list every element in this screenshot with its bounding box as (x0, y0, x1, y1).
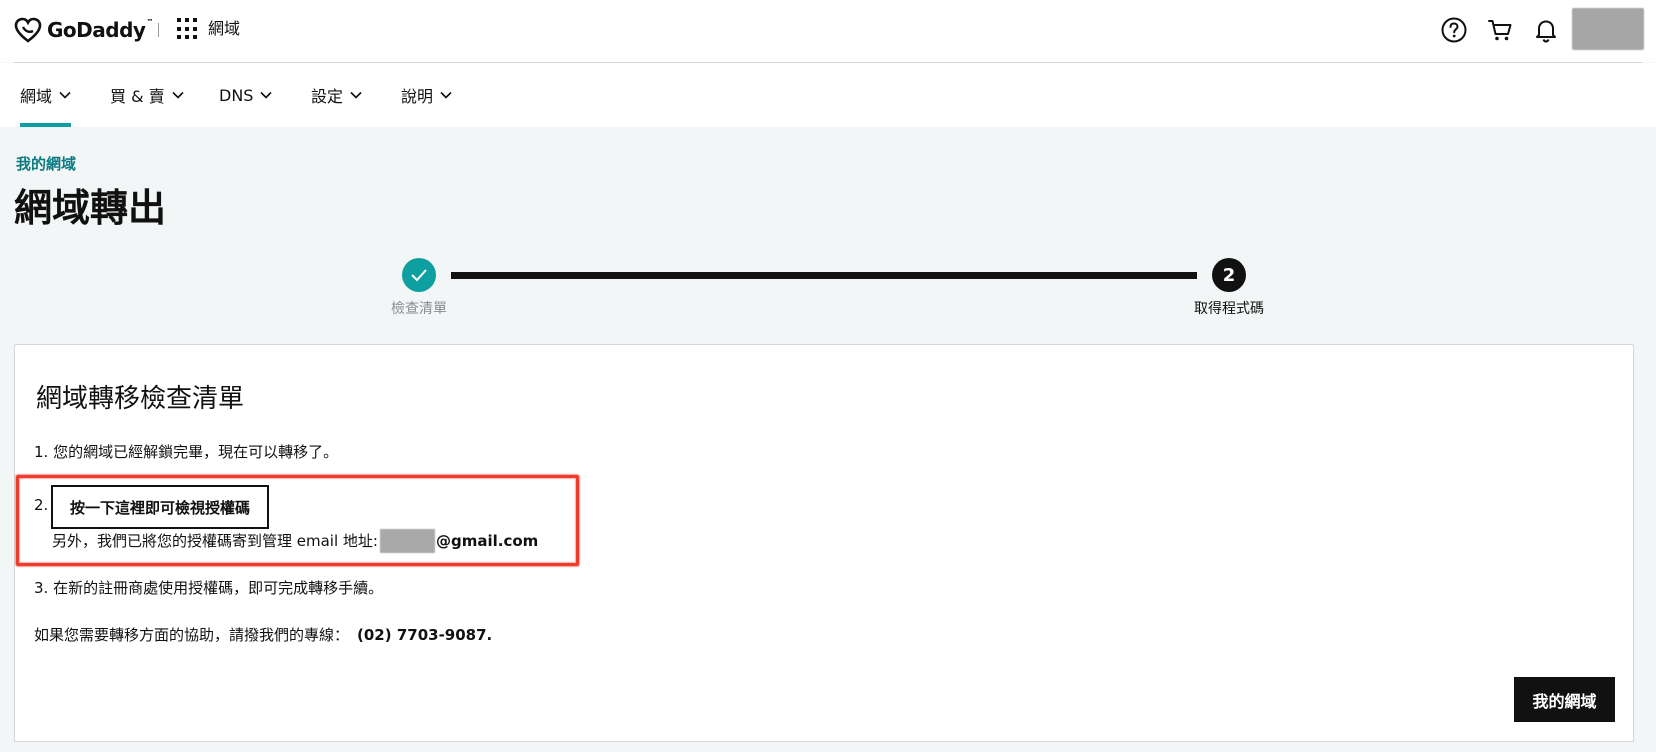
nav-item-help[interactable]: 說明 (401, 63, 452, 127)
redacted-email-user (379, 529, 435, 553)
stepper-progress-line (451, 272, 1197, 279)
checklist-item-1: 1. 您的網域已經解鎖完畢，現在可以轉移了。 (34, 443, 339, 461)
nav-item-dns[interactable]: DNS (219, 63, 273, 127)
my-domains-button[interactable]: 我的網域 (1514, 677, 1615, 722)
step-2-indicator: 2 (1212, 258, 1246, 292)
chevron-down-icon (260, 91, 273, 99)
nav-item-buy-sell[interactable]: 買 & 賣 (110, 63, 184, 127)
step-1-label: 檢查清單 (391, 301, 447, 317)
nav-item-label: 設定 (311, 87, 344, 106)
checkmark-icon (411, 269, 427, 282)
apps-grid-icon[interactable] (177, 18, 199, 40)
help-icon[interactable] (1438, 14, 1470, 46)
brand-name: GoDaddy™ (47, 18, 153, 42)
main-nav: 網域 買 & 賣 DNS 設定 說明 (0, 63, 1656, 127)
godaddy-logo[interactable]: GoDaddy™ (14, 14, 153, 46)
transfer-checklist-card: 網域轉移檢查清單 1. 您的網域已經解鎖完畢，現在可以轉移了。 2. 按一下這裡… (14, 344, 1634, 742)
step-2-label: 取得程式碼 (1194, 301, 1264, 317)
cart-icon[interactable] (1484, 14, 1516, 46)
support-phone: (02) 7703-9087. (357, 626, 493, 644)
nav-item-domains[interactable]: 網域 (20, 63, 72, 127)
page-title: 網域轉出 (14, 186, 167, 230)
nav-item-label: 網域 (20, 87, 53, 106)
view-auth-code-button[interactable]: 按一下這裡即可檢視授權碼 (51, 485, 270, 529)
breadcrumb-my-domains[interactable]: 我的網域 (16, 155, 76, 173)
brand-divider (158, 23, 159, 37)
card-title: 網域轉移檢查清單 (36, 384, 245, 414)
step-1-complete-indicator (402, 258, 436, 292)
auth-code-email-note: 另外，我們已將您的授權碼寄到管理 email 地址: (52, 532, 378, 550)
chevron-down-icon (172, 91, 184, 99)
brand-trademark: ™ (146, 18, 153, 26)
nav-item-label: DNS (219, 85, 254, 105)
nav-item-label: 買 & 賣 (110, 87, 165, 106)
chevron-down-icon (59, 91, 71, 99)
admin-email-domain: @gmail.com (435, 532, 539, 550)
chevron-down-icon (440, 91, 452, 99)
chevron-down-icon (350, 91, 362, 99)
help-text: 如果您需要轉移方面的協助，請撥我們的專線： (34, 626, 350, 644)
help-line: 如果您需要轉移方面的協助，請撥我們的專線： (02) 7703-9087. (34, 624, 492, 646)
nav-item-settings[interactable]: 設定 (311, 63, 362, 127)
bell-icon[interactable] (1530, 14, 1562, 46)
checklist-item-2-number: 2. (34, 496, 49, 514)
checklist-item-3: 3. 在新的註冊商處使用授權碼，即可完成轉移手續。 (34, 579, 384, 597)
checklist-item-2-note: 另外，我們已將您的授權碼寄到管理 email 地址: @gmail.com (52, 529, 538, 553)
godaddy-heart-icon (14, 17, 42, 43)
product-section-label[interactable]: 網域 (208, 18, 240, 40)
top-header: GoDaddy™ 網域 (0, 0, 1656, 62)
nav-item-label: 說明 (401, 87, 434, 106)
account-avatar[interactable] (1572, 8, 1644, 50)
